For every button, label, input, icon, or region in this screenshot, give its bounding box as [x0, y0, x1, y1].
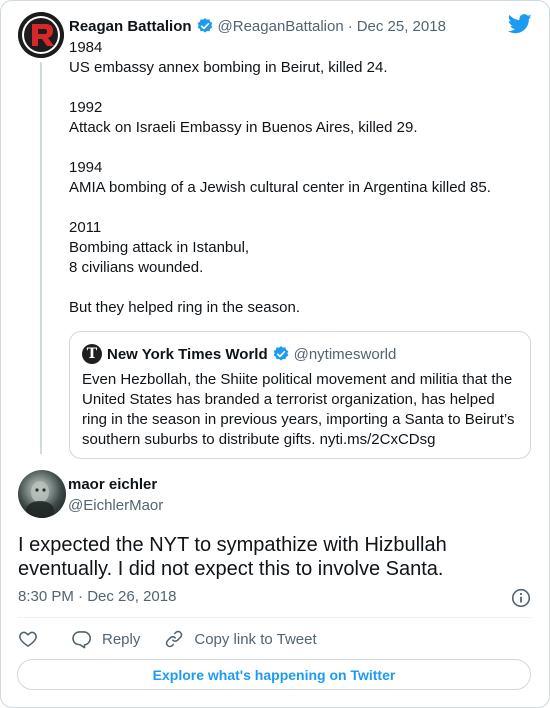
maor-eichler-avatar[interactable] [18, 470, 66, 518]
thread-connector-line [40, 62, 42, 454]
parent-text-line: 1984 [69, 39, 103, 56]
parent-text-line: AMIA bombing of a Jewish cultural center… [69, 179, 491, 196]
parent-text-line: US embassy annex bombing in Beirut, kill… [69, 59, 388, 76]
reply-time: 8:30 PM [18, 588, 74, 605]
parent-tweet-text: 1984 US embassy annex bombing in Beirut, … [69, 38, 529, 318]
copy-link-button[interactable]: Copy link to Tweet [164, 629, 317, 649]
parent-text-line: 2011 [69, 219, 102, 236]
parent-author-name[interactable]: Reagan Battalion [69, 18, 192, 35]
nyt-logo-icon: T [82, 344, 102, 364]
reply-author-handle[interactable]: @EichlerMaor [68, 497, 163, 514]
parent-tweet-date[interactable]: Dec 25, 2018 [357, 18, 446, 35]
twitter-bird-icon[interactable] [507, 14, 532, 39]
reply-icon [72, 631, 92, 649]
divider [18, 617, 532, 618]
parent-text-line: 1992 [69, 99, 103, 116]
quoted-author-name: New York Times World [107, 345, 268, 363]
reply-button[interactable]: Reply [72, 629, 140, 649]
link-icon [166, 630, 183, 648]
quoted-tweet-header: T New York Times World @nytimesworld [82, 344, 396, 364]
copy-link-label: Copy link to Tweet [194, 630, 317, 648]
reply-text-line: eventually. I did not expect this to inv… [18, 558, 444, 580]
parent-text-line: But they helped ring in the season. [69, 299, 300, 316]
quoted-author-handle: @nytimesworld [293, 345, 397, 363]
header-separator: · [347, 17, 353, 35]
profile-photo-icon [26, 481, 54, 518]
reply-text-line: I expected the NYT to sympathize with Hi… [18, 534, 447, 556]
reagan-logo-icon [18, 12, 64, 58]
parent-tweet-header: Reagan Battalion @ReaganBattalion · Dec … [69, 16, 446, 36]
reply-date: Dec 26, 2018 [87, 588, 177, 605]
verified-badge-icon [272, 345, 290, 363]
reply-timestamp[interactable]: 8:30 PM · Dec 26, 2018 [18, 588, 176, 605]
reply-tweet-text: I expected the NYT to sympathize with Hi… [18, 533, 530, 581]
quoted-tweet-card[interactable]: T New York Times World @nytimesworld Eve… [69, 331, 531, 459]
parent-author-handle[interactable]: @ReaganBattalion [218, 18, 344, 35]
info-icon[interactable] [511, 588, 531, 613]
explore-twitter-button[interactable]: Explore what's happening on Twitter [17, 659, 531, 690]
reply-label: Reply [102, 630, 141, 648]
heart-icon [19, 631, 37, 647]
parent-text-line: 8 civilians wounded. [69, 259, 204, 276]
reagan-battalion-avatar[interactable] [18, 12, 64, 58]
reply-author-name[interactable]: maor eichler [68, 476, 157, 493]
parent-text-line: 1994 [69, 159, 103, 176]
tweet-actions: Reply Copy link to Tweet [18, 628, 317, 650]
parent-text-line: Attack on Israeli Embassy in Buenos Aire… [69, 119, 418, 136]
timestamp-separator: · [78, 588, 84, 605]
quoted-tweet-text: Even Hezbollah, the Shiite political mov… [82, 371, 515, 448]
parent-text-line: Bombing attack in Istanbul, [69, 239, 250, 256]
verified-badge-icon [196, 17, 214, 35]
like-button[interactable] [18, 629, 48, 649]
